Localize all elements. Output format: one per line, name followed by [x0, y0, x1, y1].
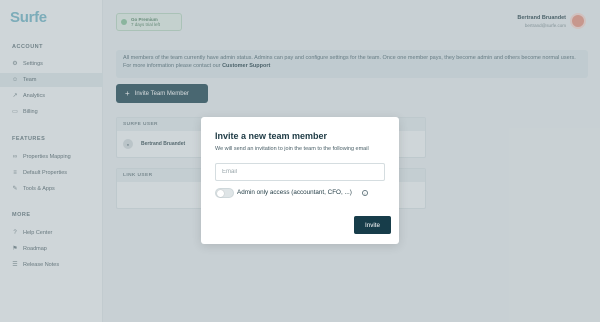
- modal-description: We will send an invitation to join the t…: [215, 146, 369, 152]
- email-field[interactable]: [215, 163, 385, 181]
- admin-access-label: Admin only access (accountant, CFO, ...): [237, 189, 352, 196]
- toggle-knob: [217, 190, 224, 197]
- invite-button[interactable]: Invite: [354, 216, 391, 234]
- invite-modal: Invite a new team member We will send an…: [201, 117, 399, 244]
- modal-title: Invite a new team member: [215, 131, 328, 141]
- info-icon[interactable]: i: [362, 190, 368, 196]
- admin-access-toggle[interactable]: [215, 188, 234, 198]
